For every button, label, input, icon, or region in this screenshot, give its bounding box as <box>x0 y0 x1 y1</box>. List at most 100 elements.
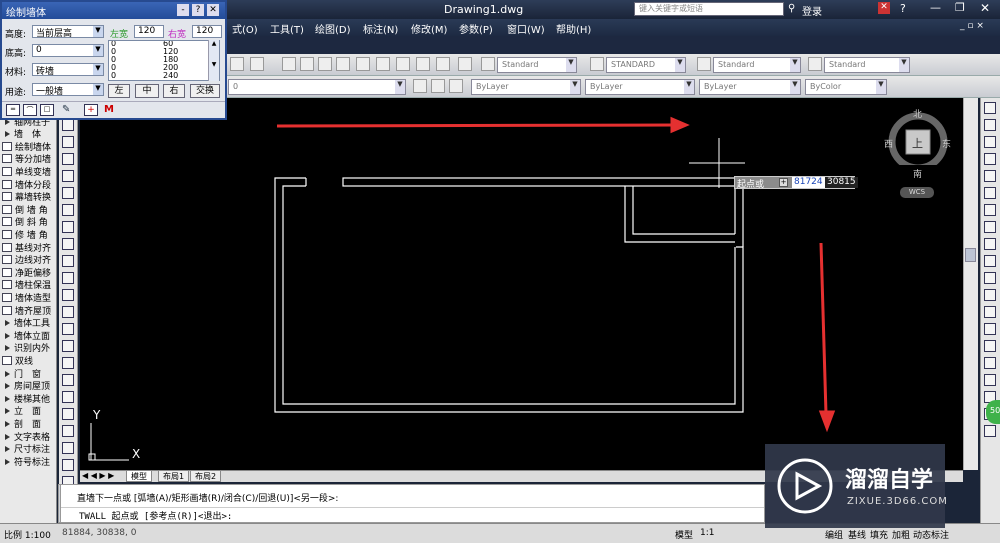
doc-window-controls[interactable]: _ ▫ × <box>960 21 984 31</box>
palette-item-23[interactable]: 楼梯其他 <box>2 392 56 404</box>
help-icon[interactable]: ? <box>900 2 906 15</box>
modify-tool-icon[interactable] <box>984 204 996 216</box>
status-fill[interactable]: 填充 <box>870 528 888 541</box>
wcs-menu[interactable]: WCS <box>900 187 934 198</box>
compass-west[interactable]: 西 <box>884 137 893 150</box>
draw-tool-icon[interactable] <box>62 391 74 403</box>
draw-tool-icon[interactable] <box>62 238 74 250</box>
modify-tool-icon[interactable] <box>984 357 996 369</box>
rect-wall-icon[interactable]: □ <box>40 104 54 116</box>
draw-tool-icon[interactable] <box>62 119 74 131</box>
vertical-scrollbar[interactable] <box>963 98 978 470</box>
status-dynamic-dim[interactable]: 动态标注 <box>913 528 949 541</box>
width-list-row[interactable]: 0 200 <box>111 64 207 72</box>
modify-tool-icon[interactable] <box>984 272 996 284</box>
width-list-scrollbar[interactable]: ▲ ▼ <box>208 40 219 81</box>
table-style-icon[interactable] <box>697 57 711 71</box>
menu-format[interactable]: 式(O) <box>232 21 258 36</box>
scale-indicator[interactable]: 比例 1:100 <box>4 528 51 541</box>
dynamic-x-input[interactable]: 81724 <box>792 177 825 188</box>
markup-icon[interactable] <box>436 57 450 71</box>
draw-tool-icon[interactable] <box>62 170 74 182</box>
palette-item-10[interactable]: 修 墙 角 <box>2 228 56 240</box>
palette-item-17[interactable]: 墙体工具 <box>2 316 56 328</box>
menu-modify[interactable]: 修改(M) <box>411 21 447 36</box>
zoom-window-icon[interactable] <box>318 57 332 71</box>
modify-tool-icon[interactable] <box>984 289 996 301</box>
modify-tool-icon[interactable] <box>984 119 996 131</box>
palette-item-24[interactable]: 立 面 <box>2 404 56 416</box>
modify-tool-icon[interactable] <box>984 323 996 335</box>
palette-item-7[interactable]: 幕墙转换 <box>2 190 56 202</box>
zoom-previous-icon[interactable] <box>336 57 350 71</box>
dim-style-select[interactable]: STANDARD ▼ <box>606 57 686 73</box>
base-height-select[interactable]: 0 ▼ <box>32 44 104 57</box>
palette-item-2[interactable]: 墙 体 <box>2 127 56 139</box>
exchange-icon[interactable]: ✕ <box>878 2 890 14</box>
right-width-input[interactable]: 120 <box>192 25 222 38</box>
draw-tool-icon[interactable] <box>62 204 74 216</box>
tool-palette-icon[interactable] <box>396 57 410 71</box>
eyedropper-icon[interactable]: ✎ <box>62 104 76 116</box>
tab-nav-arrows[interactable]: ◀ ◀ ▶ ▶ <box>82 471 114 480</box>
sheet-set-icon[interactable] <box>416 57 430 71</box>
palette-item-14[interactable]: 墙柱保温 <box>2 278 56 290</box>
tab-layout1[interactable]: 布局1 <box>158 471 190 482</box>
draw-tool-icon[interactable] <box>62 357 74 369</box>
draw-tool-icon[interactable] <box>62 255 74 267</box>
swap-button[interactable]: 交换 <box>190 84 220 98</box>
palette-item-9[interactable]: 倒 斜 角 <box>2 215 56 227</box>
palette-item-12[interactable]: 边线对齐 <box>2 253 56 265</box>
modify-tool-icon[interactable] <box>984 374 996 386</box>
modify-tool-icon[interactable] <box>984 221 996 233</box>
palette-item-18[interactable]: 墙体立面 <box>2 329 56 341</box>
palette-item-21[interactable]: 门 窗 <box>2 367 56 379</box>
menu-tools[interactable]: 工具(T) <box>270 21 304 36</box>
palette-item-16[interactable]: 墙齐屋顶 <box>2 304 56 316</box>
table-style-select[interactable]: Standard ▼ <box>713 57 801 73</box>
tab-layout2[interactable]: 布局2 <box>190 471 222 482</box>
draw-tool-icon[interactable] <box>62 340 74 352</box>
search-input[interactable]: 键入关键字或短语 <box>634 2 784 16</box>
layer-manager-icon[interactable] <box>413 79 427 93</box>
width-list-row[interactable]: 0 120 <box>111 48 207 56</box>
draw-tool-icon[interactable] <box>62 425 74 437</box>
annotation-scale[interactable]: 1:1 <box>700 528 714 538</box>
palette-item-6[interactable]: 墙体分段 <box>2 178 56 190</box>
status-group[interactable]: 编组 <box>825 528 843 541</box>
straight-wall-icon[interactable]: ═ <box>6 104 20 116</box>
drawing-canvas[interactable]: Y X 起点或 + 81724 30815 <box>80 98 963 470</box>
maximize-button[interactable]: ❐ <box>955 1 965 14</box>
dim-style-icon[interactable] <box>590 57 604 71</box>
modify-tool-icon[interactable] <box>984 170 996 182</box>
draw-tool-icon[interactable] <box>62 323 74 335</box>
design-center-icon[interactable] <box>376 57 390 71</box>
draw-tool-icon[interactable] <box>62 272 74 284</box>
redo-icon[interactable] <box>250 57 264 71</box>
draw-tool-icon[interactable] <box>62 289 74 301</box>
palette-item-3[interactable]: 绘制墙体 <box>2 140 56 152</box>
zoom-realtime-icon[interactable] <box>300 57 314 71</box>
width-list-row[interactable]: 0 60 <box>111 41 207 48</box>
menu-window[interactable]: 窗口(W) <box>507 21 545 36</box>
command-input[interactable]: TWALL 起点或 [参考点(R)]<退出>: <box>61 507 764 522</box>
layer-state-icon[interactable] <box>431 79 445 93</box>
width-list[interactable]: 0 60 0 120 0 180 0 200 0 240 <box>108 40 220 81</box>
palette-item-20[interactable]: 双线 <box>2 354 56 366</box>
menu-parameters[interactable]: 参数(P) <box>459 21 493 36</box>
compass-south[interactable]: 南 <box>913 167 922 180</box>
multileader-style-select[interactable]: Standard ▼ <box>824 57 910 73</box>
palette-item-28[interactable]: 符号标注 <box>2 455 56 467</box>
properties-icon[interactable] <box>356 57 370 71</box>
viewcube-top-face[interactable]: 上 <box>912 135 923 151</box>
user-login[interactable]: 登录 <box>802 3 822 18</box>
viewcube[interactable]: 北 南 东 西 上 WCS <box>884 105 951 198</box>
palette-item-8[interactable]: 倒 墙 角 <box>2 203 56 215</box>
align-center-button[interactable]: 中 <box>135 84 159 98</box>
palette-item-19[interactable]: 识别内外 <box>2 341 56 353</box>
draw-tool-icon[interactable] <box>62 306 74 318</box>
menu-draw[interactable]: 绘图(D) <box>315 21 351 36</box>
minimize-button[interactable]: — <box>930 1 941 14</box>
palette-item-15[interactable]: 墙体造型 <box>2 291 56 303</box>
modify-tool-icon[interactable] <box>984 153 996 165</box>
